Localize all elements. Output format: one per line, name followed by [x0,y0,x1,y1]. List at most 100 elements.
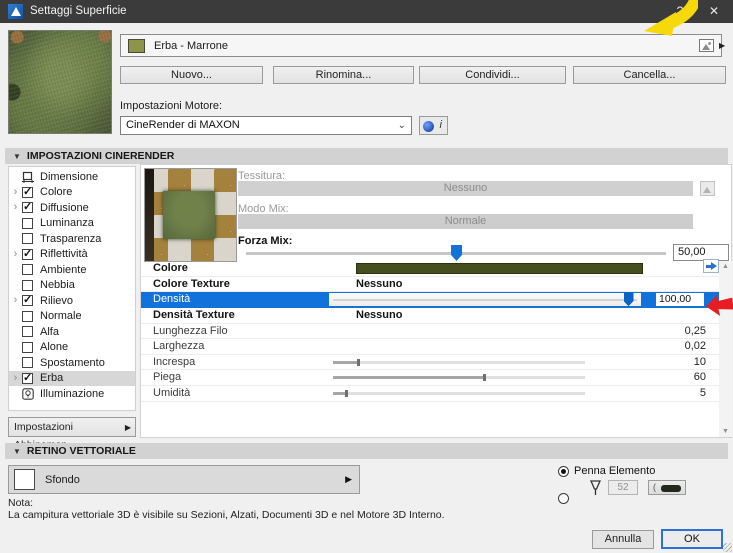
preview-shadow [145,169,154,261]
mix-strength-value-field[interactable]: 50,00 [673,244,729,261]
checkbox-normale-unchecked[interactable] [22,311,33,322]
pen-color-button[interactable]: ( [648,480,686,495]
density-value-field[interactable]: 100,00 [656,293,704,306]
tree-item-luminanza[interactable]: Luminanza [9,216,135,232]
texture-field: Nessuno [238,181,693,196]
rename-button[interactable]: Rinomina... [273,66,414,84]
element-pen-radio[interactable] [558,466,569,477]
new-button[interactable]: Nuovo... [120,66,263,84]
checkbox-alone-unchecked[interactable] [22,342,33,353]
param-value[interactable]: 0,25 [685,325,706,337]
tree-item-illuminazione[interactable]: Illuminazione [9,386,135,402]
checkbox-trasparenza-unchecked[interactable] [22,233,33,244]
checkbox-riflettivita-checked[interactable] [22,249,33,260]
tree-item-rilievo[interactable]: ›Rilievo [9,293,135,309]
engine-select[interactable]: CineRender di MAXON ⌄ [120,116,412,135]
param-row-colore-texture[interactable]: Colore TextureNessuno [141,277,719,293]
preview-grass-patch [163,191,215,239]
pen-popout-mark: ( [653,482,656,492]
tree-item-riflettivita[interactable]: ›Riflettività [9,247,135,263]
delete-button[interactable]: Cancella... [573,66,726,84]
surface-settings-dialog: Settaggi Superficie ? ✕ Erba - Marrone ▶… [0,0,733,553]
tree-item-alfa[interactable]: Alfa [9,324,135,340]
checkbox-erba-checked[interactable] [22,373,33,384]
close-button[interactable]: ✕ [705,3,723,20]
vector-hatch-section-header[interactable]: ▼RETINO VETTORIALE [5,443,728,459]
tree-item-diffusione[interactable]: ›Diffusione [9,200,135,216]
param-value[interactable]: 10 [694,356,706,368]
param-slider-track[interactable] [333,361,585,364]
tree-item-spostamento[interactable]: Spostamento [9,355,135,371]
param-slider-track[interactable] [333,376,585,379]
share-button[interactable]: Condividi... [419,66,566,84]
tree-item-label: Alone [40,341,68,353]
scroll-down-icon[interactable]: ▼ [719,428,732,435]
checkbox-spostamento-unchecked[interactable] [22,357,33,368]
color-swatch-bar[interactable] [356,263,643,274]
ok-button[interactable]: OK [661,529,723,549]
param-row-colore[interactable]: Colore [141,261,719,277]
param-slider-handle[interactable] [483,374,486,381]
tree-item-ambiente[interactable]: Ambiente [9,262,135,278]
checkbox-luminanza-unchecked[interactable] [22,218,33,229]
expander-icon[interactable]: › [9,373,22,384]
tree-item-label: Normale [40,310,82,322]
parameters-scrollbar[interactable]: ▲ ▼ [719,261,732,437]
engine-value: CineRender di MAXON [126,119,240,131]
tree-item-erba[interactable]: ›Erba [9,371,135,387]
param-label: Increspa [153,356,195,368]
param-row-larghezza[interactable]: Larghezza0,02 [141,339,719,355]
tree-item-trasparenza[interactable]: Trasparenza [9,231,135,247]
expander-icon[interactable]: › [9,295,22,306]
pen-icon [589,480,602,496]
cinerender-tree: Dimensione › Colore ›DiffusioneLuminanza Tra… [8,166,136,411]
tree-item-label: Illuminazione [40,388,104,400]
help-button[interactable]: ? [671,3,689,20]
param-row-lunghezza-filo[interactable]: Lunghezza Filo0,25 [141,324,719,340]
density-slider-track[interactable] [329,293,641,306]
pen-number-field[interactable]: 52 [608,480,638,495]
param-value[interactable]: 5 [700,387,706,399]
checkbox-rilievo-checked[interactable] [22,295,33,306]
mix-mode-field: Normale [238,214,693,229]
tree-item-label: Colore [40,186,72,198]
expander-icon[interactable]: › [9,187,22,198]
tree-item-normale[interactable]: Normale [9,309,135,325]
match-settings-button[interactable]: Impostazioni Abbinamen... ▶ [8,417,136,437]
checkbox-ambiente-unchecked[interactable] [22,264,33,275]
param-row-umidita[interactable]: Umidità 5 [141,386,719,402]
texture-browse-icon[interactable] [700,181,715,196]
param-row-increspa[interactable]: Increspa 10 [141,355,719,371]
param-slider-handle[interactable] [357,359,360,366]
transfer-settings-icon[interactable] [703,259,719,273]
checkbox-alfa-unchecked[interactable] [22,326,33,337]
checkbox-nebbia-unchecked[interactable] [22,280,33,291]
tree-item-colore[interactable]: › Colore [9,185,135,201]
param-slider-track[interactable] [333,392,585,395]
cancel-button[interactable]: Annulla [592,530,654,549]
param-value[interactable]: 0,02 [685,340,706,352]
tree-item-alone[interactable]: Alone [9,340,135,356]
tree-item-nebbia[interactable]: Nebbia [9,278,135,294]
material-selector-dropdown[interactable]: Erba - Marrone ▶ [120,34,722,57]
param-value[interactable]: 60 [694,371,706,383]
tree-item-label: Luminanza [40,217,94,229]
param-row-piega[interactable]: Piega60 [141,370,719,386]
fill-selector-dropdown[interactable]: Sfondo ▶ [8,465,360,494]
resize-grip[interactable] [723,543,732,552]
checkbox-diffusione-checked[interactable] [22,202,33,213]
param-row-densita-texture[interactable]: Densità TextureNessuno [141,308,719,324]
checkbox-colore-checked[interactable] [22,187,33,198]
param-slider-handle[interactable] [345,390,348,397]
tree-item-dimensione[interactable]: Dimensione [9,169,135,185]
material-swatch [128,39,145,53]
custom-pen-radio[interactable] [558,493,569,504]
param-row-densita[interactable]: Densità100,00 [141,292,719,308]
expander-icon[interactable]: › [9,249,22,260]
engine-info-button[interactable]: i [419,116,448,135]
param-label: Umidità [153,387,190,399]
scroll-up-icon[interactable]: ▲ [719,263,732,270]
expander-icon[interactable]: › [9,202,22,213]
title-bar[interactable]: Settaggi Superficie ? ✕ [0,0,733,23]
cinerender-section-header[interactable]: ▼IMPOSTAZIONI CINERENDER [5,148,728,164]
